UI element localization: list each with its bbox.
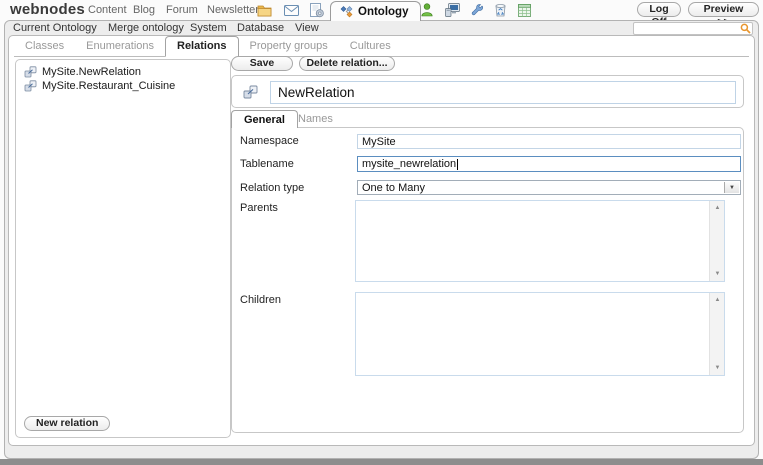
tree-item-newrelation[interactable]: MySite.NewRelation	[20, 65, 226, 79]
topnav-content[interactable]: Content	[88, 4, 127, 16]
window-bottom-edge	[0, 459, 763, 465]
menu-view[interactable]: View	[295, 22, 319, 34]
app-container: Current Ontology Merge ontology System D…	[4, 20, 759, 459]
tree-item-label: MySite.NewRelation	[42, 66, 142, 78]
tab-names-label: Names	[298, 112, 333, 125]
tree-item-label: MySite.Restaurant_Cuisine	[42, 80, 176, 92]
children-scrollbar[interactable]: ▲ ▼	[709, 293, 724, 375]
namespace-value: MySite	[362, 135, 396, 148]
search-input[interactable]	[633, 22, 753, 35]
tab-cultures[interactable]: Cultures	[339, 37, 402, 56]
preview-button[interactable]: Preview >>	[688, 2, 759, 28]
computer-icon[interactable]	[444, 2, 460, 18]
scroll-down-icon[interactable]: ▼	[710, 361, 725, 375]
tablename-label: Tablename	[240, 158, 294, 170]
relation-icon	[243, 85, 258, 99]
menu-merge-ontology[interactable]: Merge ontology	[108, 22, 184, 34]
tab-property-groups[interactable]: Property groups	[239, 37, 339, 56]
menu-bar: Current Ontology Merge ontology System D…	[5, 21, 758, 35]
tab-general-label: General	[244, 113, 285, 126]
search-icon[interactable]	[738, 23, 752, 35]
tab-names[interactable]: Names	[286, 110, 345, 127]
save-button[interactable]: Save	[231, 56, 293, 71]
relation-type-value: One to Many	[362, 181, 425, 194]
scroll-up-icon[interactable]: ▲	[710, 201, 725, 215]
relation-type-label: Relation type	[240, 182, 305, 194]
tab-ontology[interactable]: Ontology	[330, 1, 422, 21]
namespace-label: Namespace	[240, 135, 299, 147]
ontology-icon	[340, 5, 353, 18]
tab-enumerations[interactable]: Enumerations	[75, 37, 165, 56]
text-caret	[457, 158, 459, 170]
tab-classes[interactable]: Classes	[14, 37, 75, 56]
tablename-field[interactable]: mysite_newrelation	[357, 156, 741, 172]
table-icon[interactable]	[516, 2, 532, 18]
wrench-icon[interactable]	[469, 2, 485, 18]
page-gear-icon[interactable]	[309, 2, 325, 18]
tab-ontology-label: Ontology	[358, 5, 409, 18]
top-bar: webnodes Content Blog Forum Newsletter O…	[0, 0, 763, 28]
recycle-bin-icon[interactable]	[492, 2, 508, 18]
new-relation-button[interactable]: New relation	[24, 416, 111, 431]
relations-tree-panel: MySite.NewRelation MySite.Restaurant_Cui…	[15, 59, 231, 438]
ontology-tabstrip: Classes Enumerations Relations Property …	[14, 36, 749, 57]
menu-system[interactable]: System	[190, 22, 227, 34]
children-listbox[interactable]: ▲ ▼	[355, 292, 725, 376]
topnav-forum[interactable]: Forum	[166, 4, 198, 16]
user-icon[interactable]	[419, 2, 435, 18]
parents-scrollbar[interactable]: ▲ ▼	[709, 201, 724, 281]
menu-current-ontology[interactable]: Current Ontology	[13, 22, 97, 34]
folder-icon[interactable]	[256, 2, 272, 18]
relation-name-value: NewRelation	[278, 85, 355, 100]
menu-database[interactable]: Database	[237, 22, 284, 34]
relations-tree: MySite.NewRelation MySite.Restaurant_Cui…	[16, 60, 230, 98]
relation-type-select[interactable]: One to Many ▼	[357, 180, 741, 195]
content-panel: Classes Enumerations Relations Property …	[8, 35, 755, 446]
mail-icon[interactable]	[283, 2, 299, 18]
parents-label: Parents	[240, 202, 278, 214]
relation-icon	[24, 80, 37, 92]
scroll-down-icon[interactable]: ▼	[710, 267, 725, 281]
topnav-blog[interactable]: Blog	[133, 4, 155, 16]
relation-name-field[interactable]: NewRelation	[270, 81, 736, 104]
relation-name-panel: NewRelation	[231, 75, 744, 108]
relation-icon	[24, 66, 37, 78]
chevron-down-icon[interactable]: ▼	[724, 182, 739, 193]
parents-listbox[interactable]: ▲ ▼	[355, 200, 725, 282]
namespace-field[interactable]: MySite	[357, 134, 741, 149]
children-label: Children	[240, 294, 281, 306]
log-off-button[interactable]: Log Off	[637, 2, 681, 28]
topnav-newsletter[interactable]: Newsletter	[207, 4, 259, 16]
tablename-value: mysite_newrelation	[362, 158, 457, 170]
delete-relation-button[interactable]: Delete relation...	[299, 56, 395, 71]
tree-item-restaurant-cuisine[interactable]: MySite.Restaurant_Cuisine	[20, 79, 226, 93]
tab-relations[interactable]: Relations	[165, 36, 239, 57]
webnodes-logo: webnodes	[10, 1, 85, 18]
page: webnodes Content Blog Forum Newsletter O…	[0, 0, 763, 465]
scroll-up-icon[interactable]: ▲	[710, 293, 725, 307]
general-form-panel: Namespace MySite Tablename mysite_newrel…	[231, 127, 744, 433]
